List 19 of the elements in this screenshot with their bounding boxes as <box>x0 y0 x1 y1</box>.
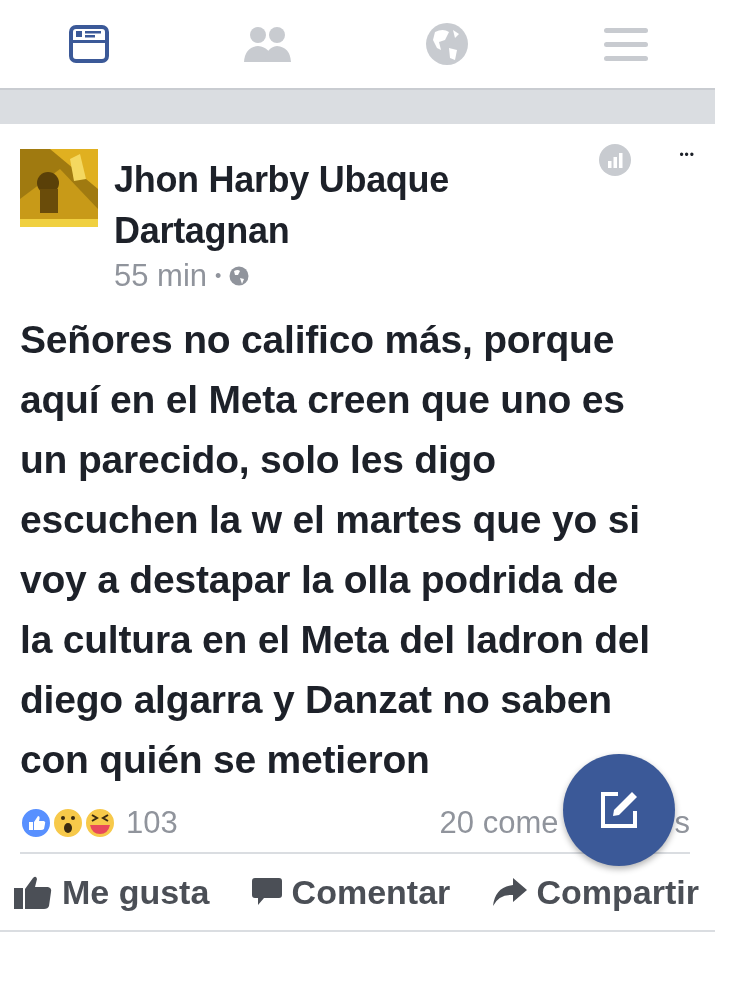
share-button[interactable]: Compartir <box>492 872 699 912</box>
edit-icon <box>598 789 640 831</box>
separator-dot: • <box>215 265 222 287</box>
globe-icon <box>229 266 250 286</box>
news-feed-icon[interactable] <box>69 25 110 63</box>
friends-icon[interactable] <box>243 25 294 63</box>
post-time: 55 min <box>114 258 208 294</box>
globe-icon[interactable] <box>424 22 469 66</box>
menu-icon[interactable] <box>603 26 648 62</box>
author-name[interactable]: Jhon Harby Ubaque Dartagnan <box>114 154 514 256</box>
share-arrow-icon <box>492 878 527 906</box>
bar-chart-icon[interactable] <box>599 144 632 176</box>
more-options-button[interactable]: ••• <box>679 148 695 162</box>
compose-button[interactable] <box>563 754 675 866</box>
comment-button[interactable]: Comentar <box>251 872 451 912</box>
speech-bubble-icon <box>251 878 282 906</box>
post-text: Señores no califico más, porque aquí en el Meta creen que uno es un parecido, solo les digo escuchen la w el martes que yo si voy a destapar la olla podrida de la cultura en el Meta del ladron del diego algarra y Danzat no saben con quién se metieron <box>20 317 651 783</box>
thumbs-up-icon <box>14 875 52 909</box>
like-button[interactable]: Me gusta <box>14 872 210 912</box>
